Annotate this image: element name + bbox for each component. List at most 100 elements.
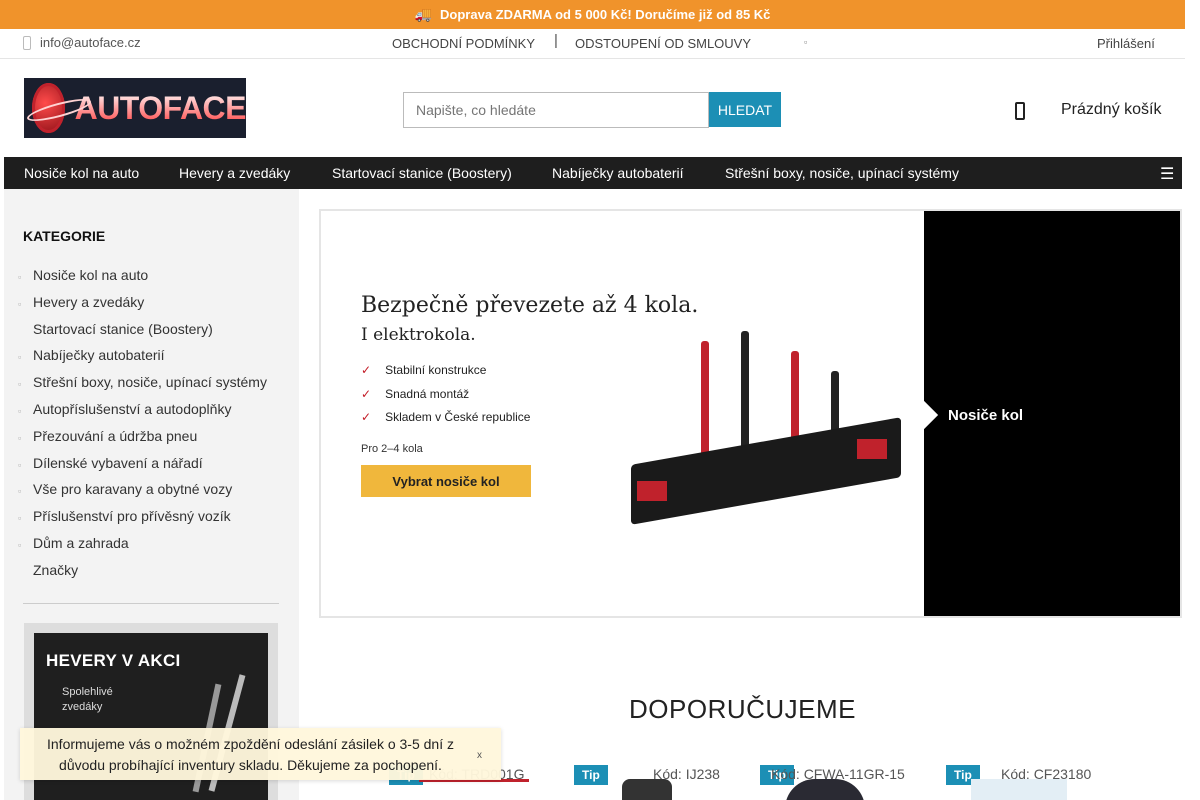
bullet-icon: ▫ — [18, 272, 22, 282]
nav-item-bike-racks[interactable]: Nosiče kol na auto — [24, 165, 139, 181]
product-card[interactable]: Tip Kód: IJ238 — [574, 763, 754, 800]
login-link[interactable]: Přihlášení — [1097, 36, 1155, 51]
sidebar-item[interactable]: ▫ Nosiče kol na auto — [4, 265, 299, 292]
banner-subtitle: Spolehlivé zvedáky — [62, 686, 113, 713]
promo-bar: 🚚 Doprava ZDARMA od 5 000 Kč! Doručíme j… — [0, 0, 1185, 29]
sidebar-item-label: Dílenské vybavení a nářadí — [33, 454, 203, 471]
sidebar-item-label: Hevery a zvedáky — [33, 293, 145, 310]
product-image[interactable] — [971, 779, 1067, 800]
nav-item-boosters[interactable]: Startovací stanice (Boostery) — [332, 165, 512, 181]
hero-feature: ✓ Skladem v České republice — [361, 410, 530, 424]
terms-link[interactable]: OBCHODNÍ PODMÍNKY — [392, 36, 535, 51]
hero-cta-button[interactable]: Vybrat nosiče kol — [361, 465, 531, 497]
sidebar-item[interactable]: Značky — [4, 560, 299, 587]
hero-feature-label: Skladem v České republice — [385, 410, 531, 424]
sidebar-item[interactable]: ▫ Dílenské vybavení a nářadí — [4, 453, 299, 480]
rack-arm — [741, 331, 749, 461]
truck-icon: 🚚 — [414, 6, 433, 22]
hero-image[interactable]: Bezpečně převezete až 4 kola. I elektrok… — [321, 211, 924, 616]
sidebar-item[interactable]: ▫ Dům a zahrada — [4, 533, 299, 560]
bullet-icon: ▫ — [18, 352, 22, 363]
sidebar-item-label: Nosiče kol na auto — [33, 267, 149, 283]
sidebar-item-label: Nabíječky autobaterií — [33, 347, 165, 364]
sidebar-item[interactable]: ▫ Autopříslušenství a autodoplňky — [4, 399, 299, 426]
notice-text: Informujeme vás o možném zpoždění odeslá… — [47, 736, 454, 773]
main-nav: Nosiče kol na auto Hevery a zvedáky Star… — [4, 157, 1182, 189]
sidebar-item-label: Vše pro karavany a obytné vozy — [33, 481, 233, 498]
link-separator: | — [554, 32, 558, 49]
hero-slider[interactable]: Bezpečně převezete až 4 kola. I elektrok… — [319, 209, 1182, 618]
more-icon[interactable]: ▫ — [804, 37, 807, 47]
check-icon: ✓ — [361, 387, 372, 401]
hero-feature-label: Snadná montáž — [385, 387, 470, 401]
cart-label[interactable]: Prázdný košík — [1061, 101, 1161, 119]
page: 🚚 Doprava ZDARMA od 5 000 Kč! Doručíme j… — [0, 0, 1200, 800]
banner-title: HEVERY V AKCI — [46, 651, 181, 670]
sidebar-item-label: Přezouvání a údržba pneu — [33, 427, 198, 444]
hero-side-panel[interactable]: Nosiče kol — [909, 211, 1180, 616]
rack-arm — [701, 341, 709, 461]
hero-subheadline: I elektrokola. — [361, 325, 476, 345]
close-icon[interactable]: x — [477, 745, 482, 766]
nav-item-chargers[interactable]: Nabíječky autobaterií — [552, 165, 684, 181]
sidebar-item[interactable]: ▫ Nabíječky autobaterií — [4, 345, 299, 372]
rack-base — [631, 417, 901, 525]
hero-feature: ✓ Snadná montáž — [361, 387, 469, 401]
rack-light — [637, 481, 667, 501]
category-list: ▫ Nosiče kol na auto ▫ Hevery a zvedáky St… — [4, 265, 299, 587]
bullet-icon: ▫ — [18, 298, 22, 309]
check-icon: ✓ — [361, 410, 372, 424]
bullet-icon: ▫ — [18, 539, 22, 550]
logo-mark — [32, 83, 65, 133]
search-input[interactable] — [403, 92, 709, 128]
search-button[interactable]: HLEDAT — [709, 92, 781, 127]
sidebar-item-label: Střešní boxy, nosiče, upínací systémy — [33, 374, 267, 391]
nav-item-jacks[interactable]: Hevery a zvedáky — [179, 165, 290, 181]
sidebar-item[interactable]: ▫ Přezouvání a údržba pneu — [4, 426, 299, 453]
tip-badge: Tip — [574, 765, 608, 785]
check-icon: ✓ — [361, 363, 372, 377]
cart-icon[interactable] — [1015, 102, 1025, 120]
bullet-icon: ▫ — [18, 379, 22, 390]
sidebar-item-label: Značky — [33, 561, 79, 578]
inventory-notice: Informujeme vás o možném zpoždění odeslá… — [20, 728, 501, 780]
hero-feature-label: Stabilní konstrukce — [385, 363, 487, 377]
product-image[interactable] — [419, 779, 529, 800]
sidebar-heading: KATEGORIE — [23, 228, 106, 244]
bike-rack-image — [571, 331, 911, 541]
product-card[interactable]: Tip Kód: CFWA-11GR-15 — [760, 763, 940, 800]
sidebar-item-label: Autopříslušenství a autodoplňky — [33, 400, 232, 417]
top-info-bar: info@autoface.cz OBCHODNÍ PODMÍNKY | ODS… — [0, 29, 1185, 59]
sidebar-item-label: Příslušenství pro přívěsný vozík — [33, 508, 231, 525]
product-image[interactable] — [622, 779, 672, 800]
sidebar-item[interactable]: ▫ Vše pro karavany a obytné vozy — [4, 479, 299, 506]
sidebar: KATEGORIE ▫ Nosiče kol na auto ▫ Hevery a … — [4, 189, 299, 800]
logo[interactable]: AUTOFACE — [24, 78, 246, 138]
hero-side-label[interactable]: Nosiče kol — [948, 407, 1023, 424]
phone-icon — [23, 36, 31, 50]
sidebar-item[interactable]: ▫ Příslušenství pro přívěsný vozík — [4, 506, 299, 533]
sidebar-item-label: Dům a zahrada — [33, 534, 129, 551]
recommended-title: DOPORUČUJEME — [629, 694, 857, 724]
bullet-icon: ▫ — [18, 459, 22, 470]
sidebar-item[interactable]: ▫ Střešní boxy, nosiče, upínací systémy — [4, 372, 299, 399]
hamburger-icon[interactable]: ☰ — [1160, 164, 1174, 184]
bullet-icon: ▫ — [18, 486, 22, 497]
product-image[interactable] — [785, 779, 865, 800]
promo-text: Doprava ZDARMA od 5 000 Kč! Doručíme již… — [440, 7, 771, 22]
product-card[interactable]: Tip Kód: CF23180 — [946, 763, 1126, 800]
logo-text: AUTOFACE — [74, 89, 246, 126]
bullet-icon: ▫ — [18, 513, 22, 524]
hero-feature: ✓ Stabilní konstrukce — [361, 363, 486, 377]
sidebar-item[interactable]: ▫ Hevery a zvedáky — [4, 292, 299, 319]
nav-item-roof-boxes[interactable]: Střešní boxy, nosiče, upínací systémy — [725, 165, 959, 181]
withdrawal-link[interactable]: ODSTOUPENÍ OD SMLOUVY — [575, 36, 751, 51]
rack-light — [857, 439, 887, 459]
hero-small-text: Pro 2–4 kola — [361, 443, 423, 455]
hero-headline: Bezpečně převezete až 4 kola. — [361, 293, 699, 318]
sidebar-divider — [23, 603, 279, 604]
email-link[interactable]: info@autoface.cz — [40, 35, 141, 50]
sidebar-item-label: Startovací stanice (Boostery) — [33, 320, 213, 337]
sidebar-item[interactable]: Startovací stanice (Boostery) — [4, 319, 299, 346]
bullet-icon: ▫ — [18, 432, 22, 443]
